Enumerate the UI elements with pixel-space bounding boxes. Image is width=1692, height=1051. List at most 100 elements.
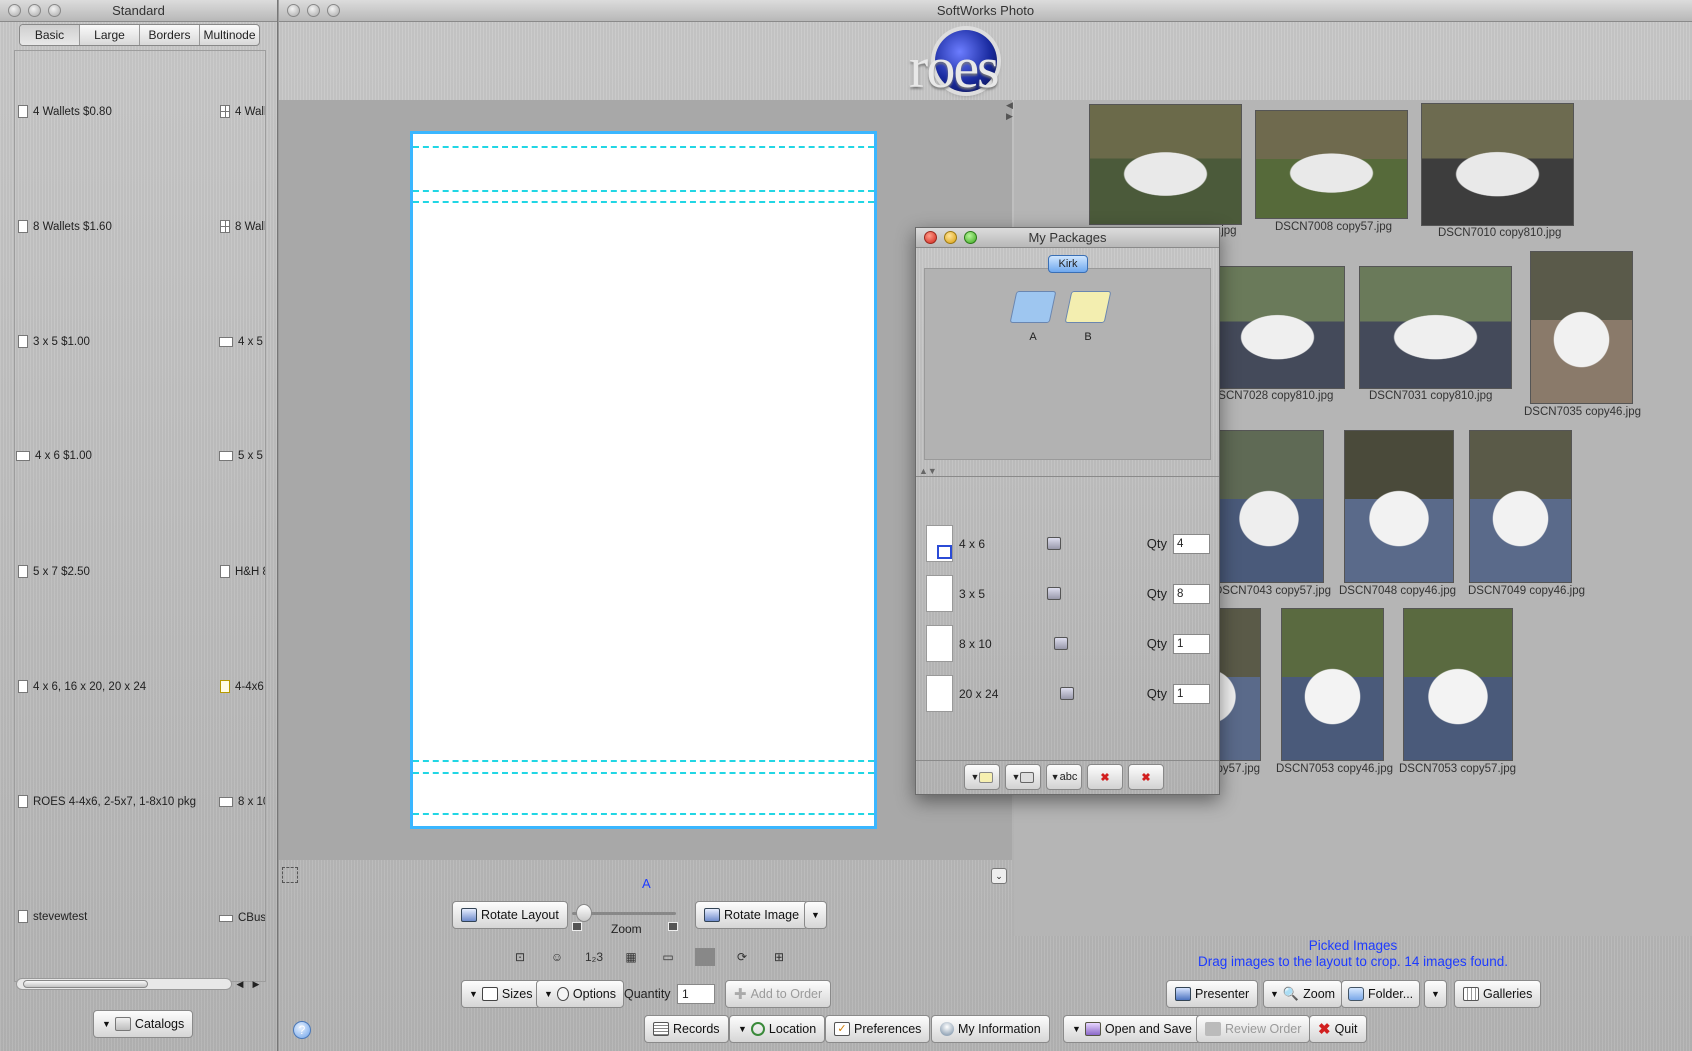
- scroll-track[interactable]: [16, 978, 232, 990]
- add-to-order-button[interactable]: ✚ Add to Order: [725, 980, 832, 1008]
- package-a[interactable]: A: [1009, 291, 1057, 343]
- zoom-window-icon[interactable]: [48, 4, 61, 17]
- photo-image[interactable]: [1214, 430, 1324, 583]
- collapse-down-icon[interactable]: ⌄: [991, 868, 1007, 884]
- catalog-item[interactable]: 8 Wallets $1.60: [18, 220, 112, 233]
- catalog-item[interactable]: 4 Wallets $0.80: [18, 105, 112, 118]
- catalog-item[interactable]: H&H 8: [220, 565, 265, 578]
- minimize-icon[interactable]: [28, 4, 41, 17]
- zoom-window-icon[interactable]: [327, 4, 340, 17]
- add-size-button[interactable]: ▼: [1005, 764, 1041, 790]
- photo-image[interactable]: [1281, 608, 1384, 761]
- tab-large[interactable]: Large: [80, 25, 140, 45]
- tab-kirk[interactable]: Kirk: [1048, 255, 1088, 273]
- photo-image[interactable]: [1255, 110, 1408, 219]
- catalog-item[interactable]: stevewtest: [18, 910, 87, 923]
- refresh-icon[interactable]: ⟳: [732, 948, 752, 966]
- browser-zoom-button[interactable]: ▼ 🔍 Zoom: [1263, 980, 1343, 1008]
- folder-menu-button[interactable]: ▼: [1424, 980, 1447, 1008]
- catalog-item[interactable]: CBus: [219, 912, 265, 924]
- zoom-out-icon[interactable]: [572, 922, 582, 931]
- layout-page[interactable]: [410, 131, 877, 829]
- delete-size-button[interactable]: ✖: [1128, 764, 1164, 790]
- zoom-knob[interactable]: [576, 904, 593, 922]
- tab-basic[interactable]: Basic: [20, 25, 80, 45]
- photo-image[interactable]: [1344, 430, 1454, 583]
- quantity-input[interactable]: 1: [677, 984, 715, 1004]
- close-icon[interactable]: [287, 4, 300, 17]
- sizes-button[interactable]: ▼ Sizes: [461, 980, 541, 1008]
- collapse-triangle-icon[interactable]: ◀ ▶: [1006, 100, 1013, 122]
- catalog-item[interactable]: 3 x 5 $1.00: [18, 335, 90, 348]
- print-icon[interactable]: ▭: [658, 948, 678, 966]
- fill-icon[interactable]: [695, 948, 715, 966]
- catalog-item[interactable]: 5 x 5: [219, 450, 263, 462]
- photo-image[interactable]: [1469, 430, 1572, 583]
- list-resize-icon[interactable]: ▲▼: [919, 466, 937, 476]
- lock-person-icon[interactable]: ☺: [547, 948, 567, 966]
- close-icon[interactable]: [8, 4, 21, 17]
- records-button[interactable]: Records: [644, 1015, 729, 1043]
- rename-button[interactable]: ▼ abc: [1046, 764, 1082, 790]
- size-options-icon[interactable]: [1047, 587, 1061, 600]
- size-thumbnail[interactable]: [926, 525, 953, 562]
- qty-input[interactable]: 4: [1173, 533, 1210, 554]
- size-thumbnail[interactable]: [926, 575, 953, 612]
- size-options-icon[interactable]: [1054, 637, 1068, 650]
- review-order-button[interactable]: Review Order: [1196, 1015, 1311, 1043]
- preferences-button[interactable]: ✓ Preferences: [825, 1015, 931, 1043]
- qty-input[interactable]: 1: [1173, 683, 1210, 704]
- catalog-item[interactable]: 5 x 7 $2.50: [18, 565, 90, 578]
- new-package-button[interactable]: ▼: [964, 764, 1000, 790]
- catalog-item[interactable]: 8 Wall: [220, 220, 265, 233]
- catalog-scrollbar[interactable]: ◀ ▶: [16, 977, 264, 991]
- galleries-button[interactable]: Galleries: [1454, 980, 1542, 1008]
- catalog-item[interactable]: 8 x 10: [219, 796, 265, 808]
- close-icon[interactable]: [924, 231, 937, 244]
- delete-package-button[interactable]: ✖: [1087, 764, 1123, 790]
- rotate-layout-button[interactable]: Rotate Layout: [452, 901, 568, 929]
- photo-image[interactable]: [1530, 251, 1633, 404]
- grid-icon[interactable]: ▦: [621, 948, 641, 966]
- rotate-image-button[interactable]: Rotate Image: [695, 901, 809, 929]
- zoom-in-icon[interactable]: [668, 922, 678, 931]
- catalogs-button[interactable]: ▼ Catalogs: [93, 1010, 194, 1038]
- minimize-icon[interactable]: [307, 4, 320, 17]
- packages-divider[interactable]: [916, 476, 1219, 477]
- size-thumbnail[interactable]: [926, 675, 953, 712]
- zoom-slider[interactable]: [572, 904, 676, 922]
- qty-input[interactable]: 8: [1173, 583, 1210, 604]
- location-button[interactable]: ▼ Location: [729, 1015, 826, 1043]
- catalog-item[interactable]: 4 x 6 $1.00: [16, 450, 92, 462]
- photo-image[interactable]: [1403, 608, 1513, 761]
- photo-image[interactable]: [1421, 103, 1574, 226]
- package-b[interactable]: B: [1064, 291, 1112, 343]
- photo-image[interactable]: [1210, 266, 1345, 389]
- scroll-left-icon[interactable]: ◀: [232, 979, 248, 990]
- size-thumbnail[interactable]: [926, 625, 953, 662]
- options-button[interactable]: ▼ Options: [536, 980, 625, 1008]
- catalog-item[interactable]: 4 Wall: [220, 105, 265, 118]
- catalog-item[interactable]: ROES 4-4x6, 2-5x7, 1-8x10 pkg: [18, 795, 196, 808]
- rotate-image-menu-button[interactable]: ▼: [804, 901, 827, 929]
- scroll-thumb[interactable]: [23, 980, 148, 988]
- crop-marks-icon[interactable]: ⊞: [769, 948, 789, 966]
- quit-button[interactable]: ✖ Quit: [1309, 1015, 1367, 1043]
- fit-icon[interactable]: ⊡: [510, 948, 530, 966]
- tab-multinode[interactable]: Multinode: [200, 25, 259, 45]
- qty-input[interactable]: 1: [1173, 633, 1210, 654]
- size-options-icon[interactable]: [1047, 537, 1061, 550]
- photo-image[interactable]: [1089, 104, 1242, 225]
- my-information-button[interactable]: My Information: [931, 1015, 1050, 1043]
- crop-select-icon[interactable]: [282, 867, 298, 883]
- scroll-right-icon[interactable]: ▶: [248, 979, 264, 990]
- zoom-window-icon[interactable]: [964, 231, 977, 244]
- layout-canvas[interactable]: [279, 100, 1012, 860]
- help-icon[interactable]: ?: [293, 1021, 311, 1039]
- numbering-icon[interactable]: 1₂3: [584, 948, 604, 966]
- folder-button[interactable]: Folder...: [1341, 980, 1421, 1008]
- catalog-item[interactable]: 4 x 5: [219, 336, 263, 348]
- catalog-item[interactable]: 4 x 6, 16 x 20, 20 x 24: [18, 680, 146, 693]
- presenter-button[interactable]: Presenter: [1166, 980, 1259, 1008]
- photo-image[interactable]: [1359, 266, 1512, 389]
